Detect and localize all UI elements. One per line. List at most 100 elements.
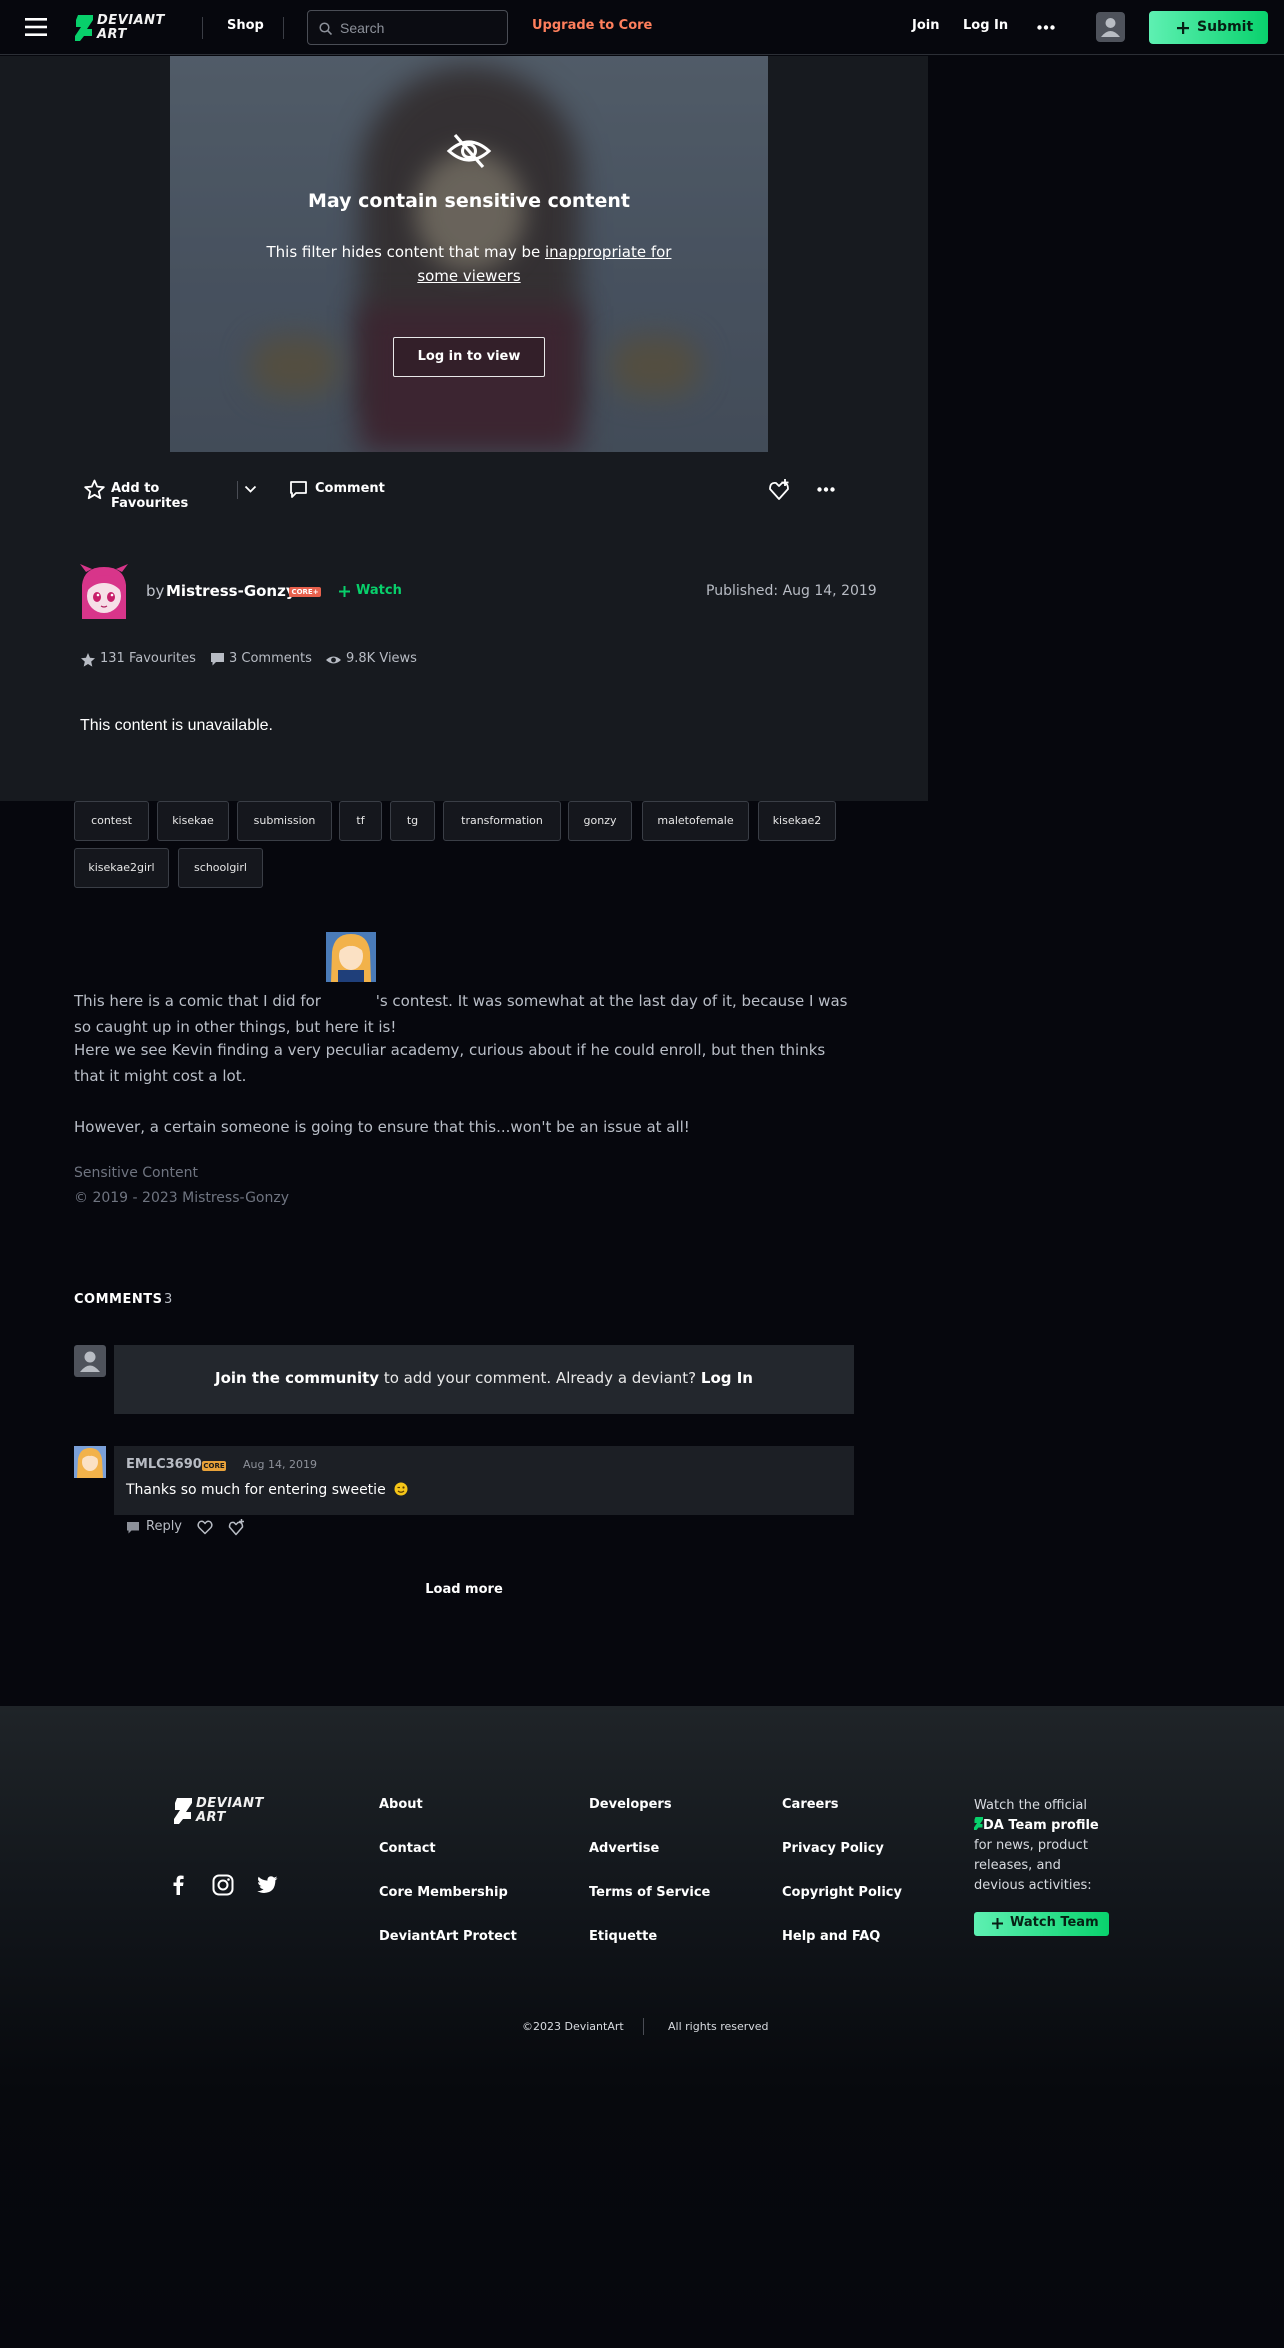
plus-icon — [339, 586, 350, 597]
add-to-favourites-button[interactable]: Add to Favourites — [84, 479, 234, 511]
reply-button[interactable]: Reply — [126, 1519, 186, 1537]
tag-chip[interactable]: transformation — [443, 801, 561, 841]
author-avatar[interactable] — [76, 563, 132, 619]
tag-chip[interactable]: maletofemale — [642, 801, 749, 841]
comment-date[interactable]: Aug 14, 2019 — [243, 1458, 317, 1471]
footer-link-contact[interactable]: Contact — [379, 1841, 436, 1856]
hamburger-menu-icon[interactable] — [25, 18, 47, 36]
footer-divider — [643, 2018, 644, 2035]
footer-logo-text-line2: ART — [196, 1810, 226, 1825]
da-team-profile-link[interactable]: DA Team profile — [974, 1816, 1114, 1836]
comment-button[interactable]: Comment — [289, 479, 389, 501]
tag-chip[interactable]: submission — [237, 801, 332, 841]
deviantart-logo-icon — [75, 15, 93, 41]
comment-text: Thanks so much for entering sweetie — [126, 1482, 408, 1498]
footer-link-about[interactable]: About — [379, 1797, 423, 1812]
views-stat: 9.8K Views — [325, 651, 425, 669]
tag-chip[interactable]: tf — [339, 801, 382, 841]
tag-chip[interactable]: schoolgirl — [178, 848, 263, 888]
badge-gift-icon[interactable] — [768, 479, 790, 501]
footer-link-core-membership[interactable]: Core Membership — [379, 1885, 508, 1900]
facebook-icon[interactable] — [172, 1875, 184, 1895]
tag-chip[interactable]: gonzy — [568, 801, 632, 841]
comment-text-body: Thanks so much for entering sweetie — [126, 1482, 386, 1498]
login-link[interactable]: Log In — [963, 18, 1008, 33]
footer-link-copyright-policy[interactable]: Copyright Policy — [782, 1885, 902, 1900]
join-community-box[interactable]: Join the community to add your comment. … — [114, 1345, 854, 1414]
star-icon — [81, 653, 95, 667]
action-divider — [237, 481, 238, 499]
favourites-dropdown-chevron-icon[interactable] — [244, 485, 257, 494]
footer-link-privacy-policy[interactable]: Privacy Policy — [782, 1841, 884, 1856]
instagram-icon[interactable] — [212, 1874, 234, 1896]
tag-chip[interactable]: kisekae2 — [758, 801, 836, 841]
watch-button[interactable]: Watch — [339, 583, 409, 601]
join-community-link[interactable]: Join the community — [215, 1369, 379, 1387]
comments-heading-count: 3 — [164, 1292, 173, 1307]
footer-link-terms-of-service[interactable]: Terms of Service — [589, 1885, 710, 1900]
search-box[interactable] — [307, 10, 508, 45]
sensitive-content-label: Sensitive Content — [74, 1165, 198, 1181]
content-unavailable-text: This content is unavailable. — [80, 717, 273, 734]
comment-login-link[interactable]: Log In — [701, 1369, 753, 1387]
watch-label: Watch — [356, 583, 402, 598]
comment-bubble-icon — [290, 481, 307, 498]
search-input[interactable] — [340, 17, 500, 39]
join-community-middle: to add your comment. Already a deviant? — [379, 1369, 701, 1387]
more-actions-icon[interactable] — [817, 487, 835, 492]
tag-chip[interactable]: contest — [74, 801, 149, 841]
tag-chip[interactable]: tg — [390, 801, 435, 841]
comments-stat: 3 Comments — [210, 651, 320, 669]
favourites-count: 131 Favourites — [100, 651, 196, 666]
header-divider — [202, 17, 203, 39]
footer-link-developers[interactable]: Developers — [589, 1797, 672, 1812]
submit-button[interactable]: Submit — [1149, 11, 1268, 44]
twitter-icon[interactable] — [257, 1876, 278, 1893]
author-name-link[interactable]: Mistress-Gonzy — [166, 582, 296, 600]
footer-rights: All rights reserved — [668, 2020, 769, 2033]
footer-link-careers[interactable]: Careers — [782, 1797, 839, 1812]
deviantart-logo-icon — [974, 1817, 983, 1830]
core-plus-badge: CORE+ — [289, 587, 321, 597]
plus-icon — [1177, 22, 1189, 34]
footer-link-help-and-faq[interactable]: Help and FAQ — [782, 1929, 880, 1944]
award-badge-icon[interactable] — [228, 1519, 245, 1536]
comment-bubble: EMLC3690 CORE Aug 14, 2019 Thanks so muc… — [114, 1446, 854, 1515]
comments-heading: COMMENTS — [74, 1292, 163, 1307]
log-in-to-view-button[interactable]: Log in to view — [393, 337, 545, 377]
shop-link[interactable]: Shop — [227, 18, 264, 33]
published-date: Published: Aug 14, 2019 — [706, 583, 877, 599]
commenter-avatar[interactable] — [74, 1446, 106, 1478]
commenter-name[interactable]: EMLC3690 — [126, 1457, 202, 1472]
join-link[interactable]: Join — [912, 18, 939, 33]
footer-deviantart-logo[interactable]: DEVIANT ART — [174, 1796, 279, 1826]
tag-chip[interactable]: kisekae — [157, 801, 229, 841]
eye-slash-icon — [446, 131, 492, 171]
upgrade-to-core-link[interactable]: Upgrade to Core — [532, 18, 652, 33]
star-outline-icon — [84, 479, 105, 500]
sensitive-content-description: This filter hides content that may be in… — [260, 240, 678, 288]
footer-link-etiquette[interactable]: Etiquette — [589, 1929, 657, 1944]
guest-avatar-icon — [74, 1345, 106, 1377]
load-more-button[interactable]: Load more — [390, 1582, 538, 1597]
footer-link-advertise[interactable]: Advertise — [589, 1841, 659, 1856]
add-to-favourites-label: Add to Favourites — [111, 481, 189, 511]
mentioned-user-avatar[interactable] — [325, 932, 376, 1010]
like-heart-icon[interactable] — [197, 1520, 213, 1535]
tag-chip[interactable]: kisekae2girl — [74, 848, 169, 888]
footer-link-deviantart-protect[interactable]: DeviantArt Protect — [379, 1929, 517, 1944]
core-badge: CORE — [202, 1461, 226, 1471]
description-paragraph: However, a certain someone is going to e… — [74, 1118, 690, 1136]
user-avatar-icon[interactable] — [1096, 12, 1125, 42]
join-community-text: Join the community to add your comment. … — [114, 1369, 854, 1387]
description-text: This here is a comic that I did for — [74, 992, 326, 1010]
watch-team-button[interactable]: Watch Team — [974, 1912, 1109, 1936]
deviantart-logo[interactable]: DEVIANT ART — [75, 13, 180, 43]
comment-bubble-icon — [127, 1522, 139, 1534]
search-icon — [319, 22, 332, 35]
comments-count: 3 Comments — [229, 651, 312, 666]
deviantart-logo-icon — [174, 1798, 192, 1824]
logo-text-line2: ART — [97, 27, 127, 42]
eye-icon — [326, 656, 341, 664]
more-options-icon[interactable] — [1037, 25, 1055, 30]
